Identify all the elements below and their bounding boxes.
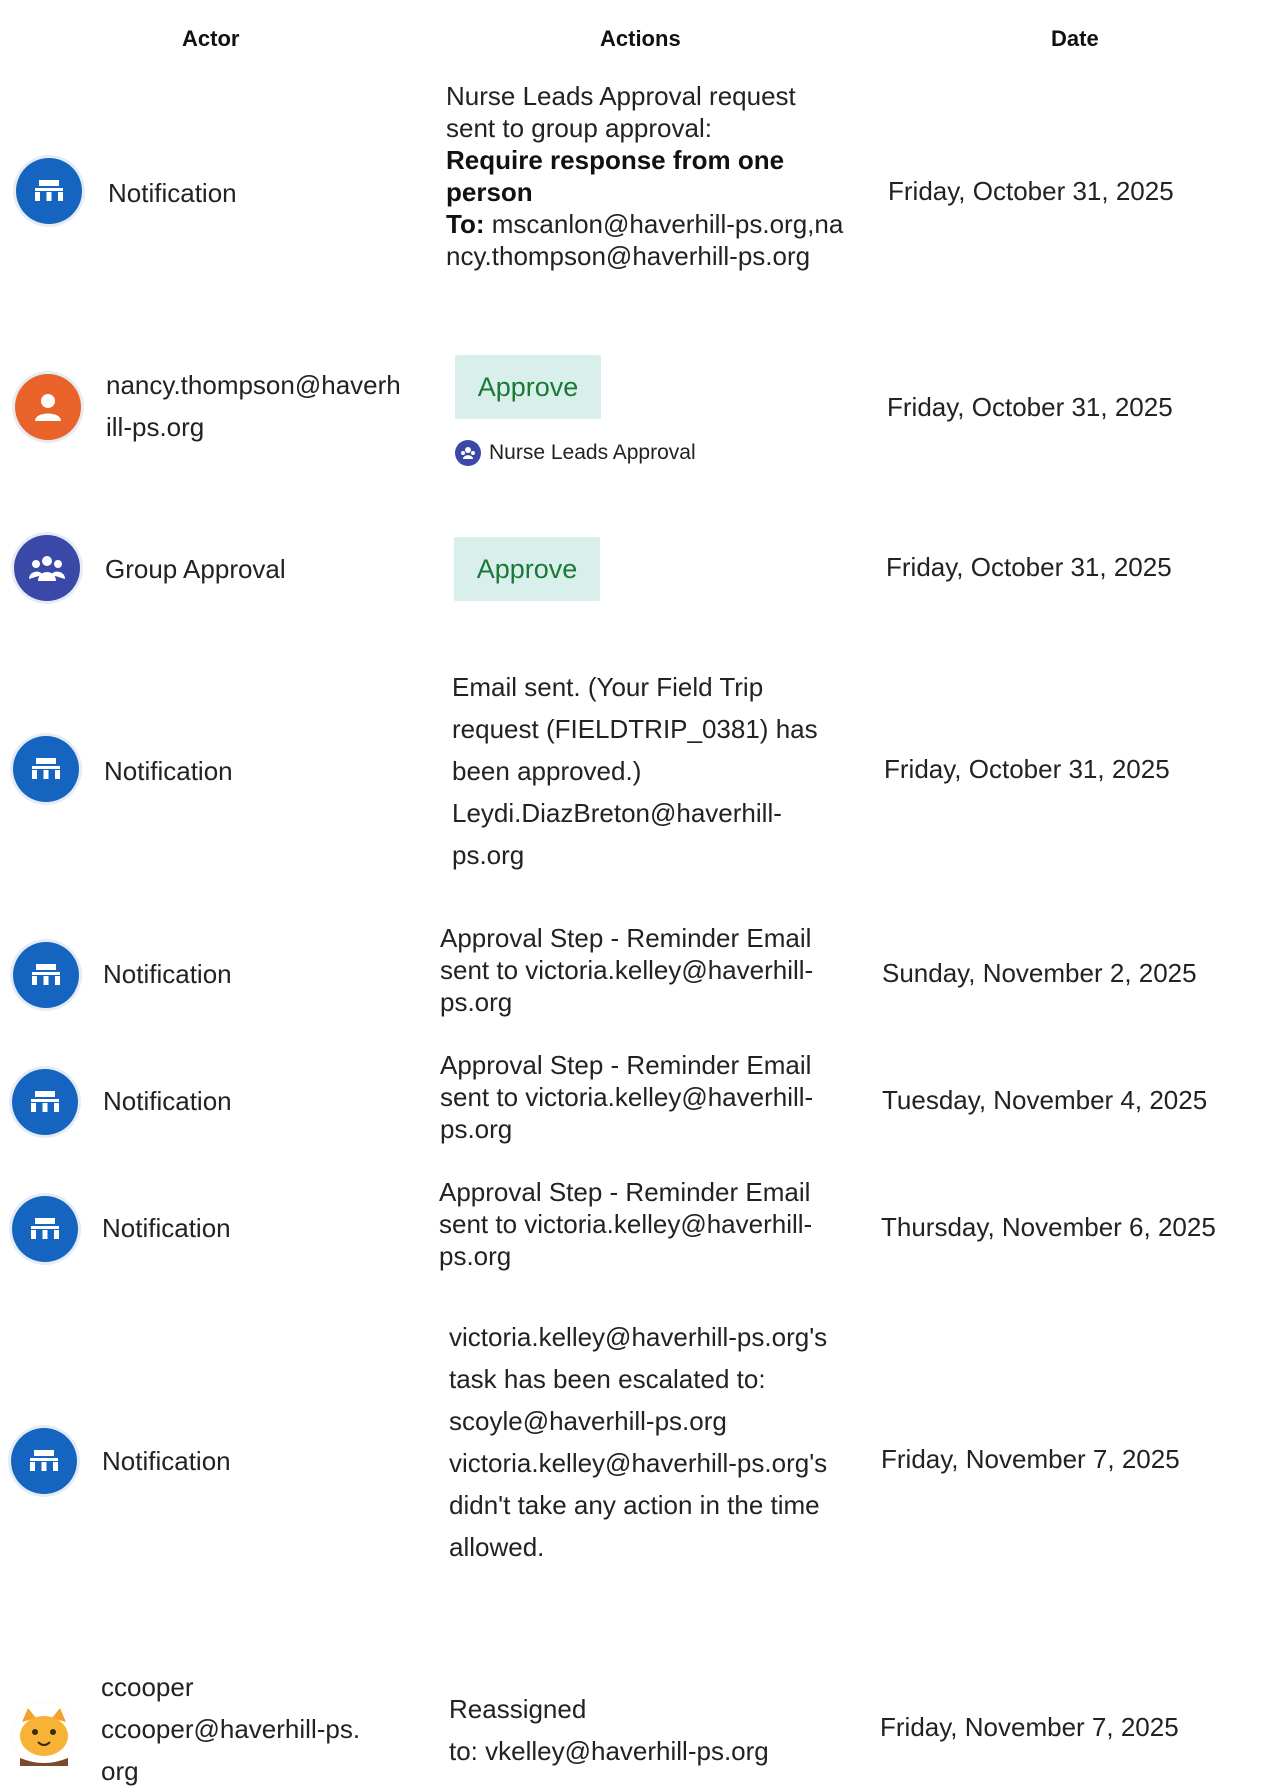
action-line: Nurse Leads Approval request	[446, 81, 796, 111]
action-text: Reassigned to: vkelley@haverhill-ps.org	[449, 1688, 849, 1772]
actor-name: nancy.thompson@haverhill-ps.org	[106, 370, 401, 442]
sitemap-icon	[31, 1091, 59, 1112]
actor-name: Notification	[108, 178, 237, 208]
action-requirement: Require response from one person	[446, 145, 785, 207]
notification-avatar	[13, 942, 79, 1008]
sitemap-icon	[32, 964, 60, 985]
notification-avatar	[11, 1428, 77, 1494]
actor-name: Notification	[103, 1086, 232, 1116]
action-line: to: vkelley@haverhill-ps.org	[449, 1736, 769, 1766]
action-to-label: To:	[446, 209, 485, 239]
action-text: Approval Step - Reminder Email sent to v…	[440, 923, 814, 1017]
row-date: Friday, November 7, 2025	[881, 1444, 1180, 1474]
row-date: Friday, November 7, 2025	[880, 1712, 1179, 1742]
table-row: ccooper ccooper@haverhill-ps.org Reassig…	[0, 1666, 1278, 1786]
table-row: Notification Nurse Leads Approval reques…	[0, 80, 1278, 310]
notification-avatar	[16, 158, 82, 224]
row-date: Thursday, November 6, 2025	[881, 1212, 1216, 1242]
table-row: nancy.thompson@haverhill-ps.org Approve …	[0, 350, 1278, 480]
approval-group-label: Nurse Leads Approval	[455, 440, 696, 466]
actor-name: Notification	[104, 756, 233, 786]
actor-name: Notification	[103, 959, 232, 989]
person-icon	[35, 394, 61, 421]
sitemap-icon	[30, 1450, 58, 1471]
action-line: sent to group approval:	[446, 113, 712, 143]
row-date: Friday, October 31, 2025	[884, 754, 1170, 784]
sitemap-icon	[31, 1218, 59, 1239]
row-date: Tuesday, November 4, 2025	[882, 1085, 1208, 1115]
table-row: Group Approval Approve Friday, October 3…	[0, 530, 1278, 610]
column-header-date: Date	[1051, 26, 1099, 51]
action-text: Email sent. (Your Field Trip request (FI…	[452, 672, 818, 870]
sitemap-icon	[32, 758, 60, 779]
sitemap-icon	[35, 180, 63, 201]
column-header-actor: Actor	[182, 26, 240, 51]
actor-name: ccooper	[101, 1672, 194, 1702]
row-date: Sunday, November 2, 2025	[882, 958, 1197, 988]
actor-name: Group Approval	[105, 554, 286, 584]
table-row: Notification Approval Step - Reminder Em…	[0, 920, 1278, 1030]
notification-avatar	[13, 736, 79, 802]
table-row: Notification Approval Step - Reminder Em…	[0, 1174, 1278, 1284]
column-header-actions: Actions	[600, 26, 681, 51]
cat-avatar-icon	[12, 1702, 76, 1766]
action-text: victoria.kelley@haverhill-ps.org's task …	[449, 1322, 828, 1562]
group-icon	[29, 556, 65, 581]
actor-email: ccooper@haverhill-ps.org	[101, 1714, 361, 1786]
approval-group-name: Nurse Leads Approval	[489, 441, 696, 464]
row-date: Friday, October 31, 2025	[886, 552, 1172, 582]
row-date: Friday, October 31, 2025	[888, 176, 1174, 206]
actor-name: Notification	[102, 1213, 231, 1243]
action-text: Approval Step - Reminder Email sent to v…	[440, 1050, 814, 1144]
group-mini-icon	[455, 440, 481, 466]
table-row: Notification Approval Step - Reminder Em…	[0, 1047, 1278, 1157]
approve-button[interactable]: Approve	[454, 537, 600, 601]
group-avatar	[14, 535, 80, 601]
user-avatar	[15, 374, 81, 440]
row-date: Friday, October 31, 2025	[887, 392, 1173, 422]
actor-name: Notification	[102, 1446, 231, 1476]
action-text: Approval Step - Reminder Email sent to v…	[439, 1177, 813, 1271]
notification-avatar	[12, 1196, 78, 1262]
table-row: Notification victoria.kelley@haverhill-p…	[0, 1316, 1278, 1606]
cat-avatar	[12, 1702, 76, 1766]
notification-avatar	[12, 1069, 78, 1135]
action-text: Nurse Leads Approval request sent to gro…	[446, 80, 856, 272]
table-row: Notification Email sent. (Your Field Tri…	[0, 666, 1278, 886]
action-line: Reassigned	[449, 1694, 587, 1724]
action-recipients: mscanlon@haverhill-ps.org,nancy.thompson…	[446, 209, 844, 271]
approve-button[interactable]: Approve	[455, 355, 601, 419]
